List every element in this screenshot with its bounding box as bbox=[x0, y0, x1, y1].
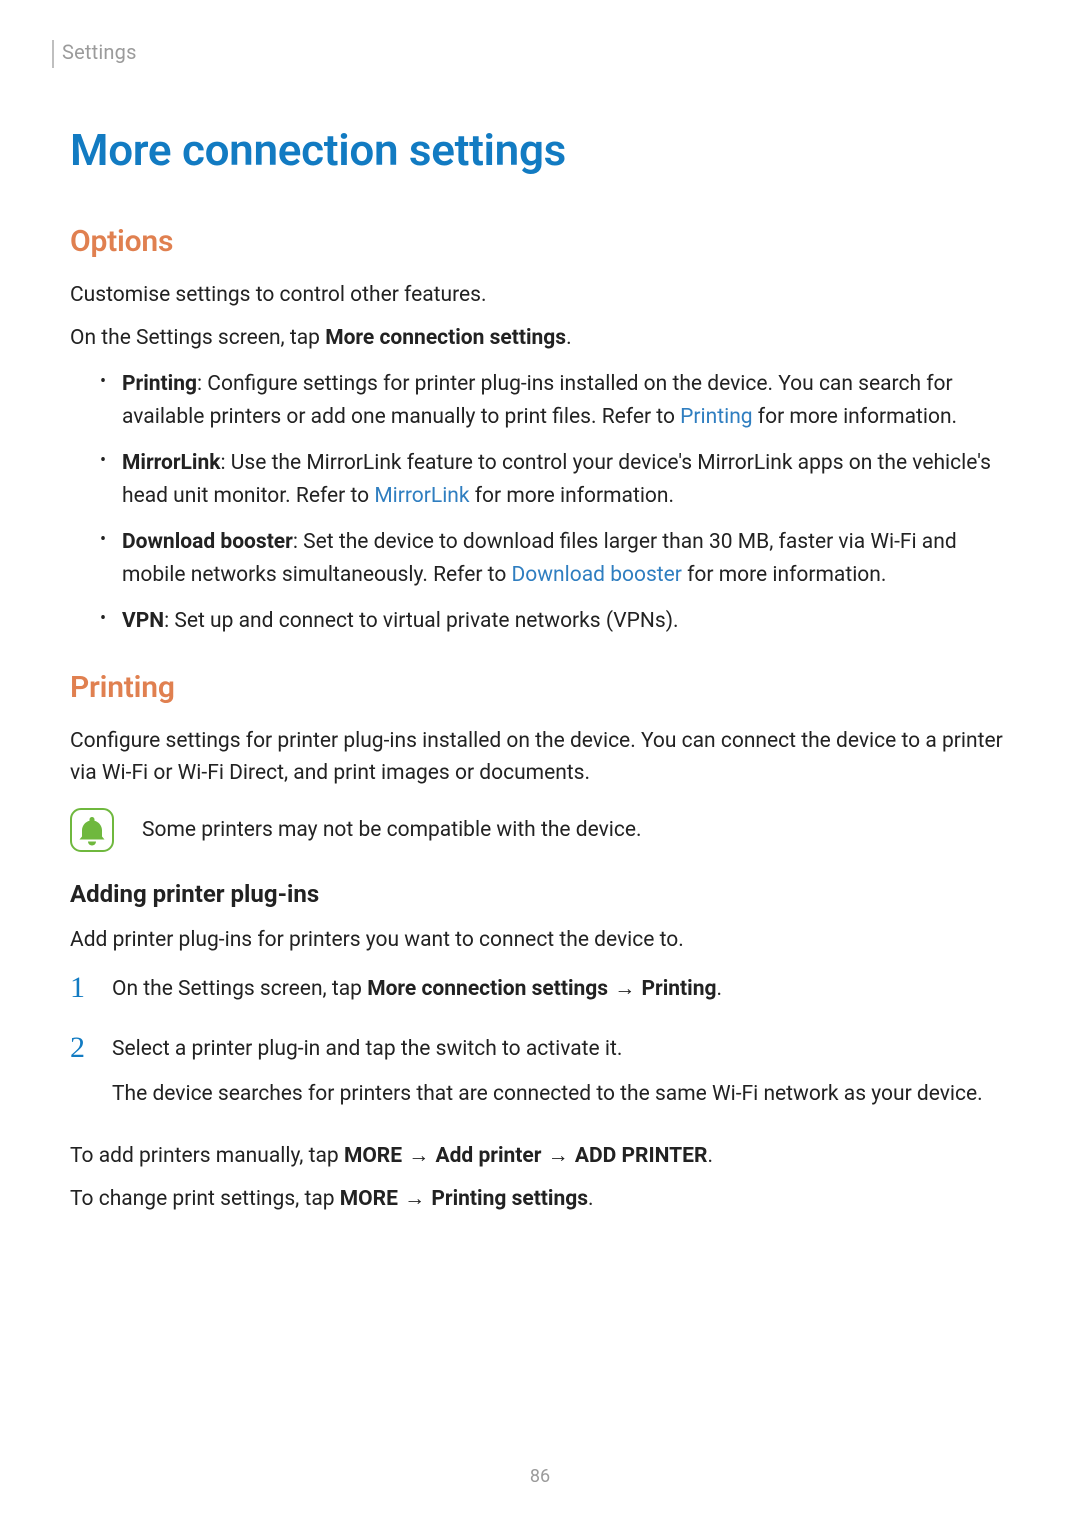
note-row: Some printers may not be compatible with… bbox=[70, 808, 1010, 852]
note-text: Some printers may not be compatible with… bbox=[142, 814, 642, 847]
text: . bbox=[716, 977, 722, 1001]
arrow-icon: → bbox=[398, 1187, 431, 1211]
bell-icon bbox=[70, 808, 114, 852]
option-desc: for more information. bbox=[682, 563, 887, 587]
text: To change print settings, tap bbox=[70, 1187, 340, 1211]
step-body: On the Settings screen, tap More connect… bbox=[112, 973, 1010, 1018]
option-name: Printing bbox=[122, 372, 197, 396]
arrow-icon: → bbox=[402, 1144, 435, 1168]
adding-plugins-intro: Add printer plug-ins for printers you wa… bbox=[70, 924, 1010, 957]
option-printing: Printing: Configure settings for printer… bbox=[100, 368, 1010, 433]
change-settings-text: To change print settings, tap MORE → Pri… bbox=[70, 1183, 1010, 1216]
arrow-icon: → bbox=[541, 1144, 574, 1168]
text: Select a printer plug-in and tap the swi… bbox=[112, 1033, 1010, 1066]
option-desc: : Set up and connect to virtual private … bbox=[164, 609, 678, 633]
step-number: 1 bbox=[70, 973, 94, 1003]
bold-text: Printing bbox=[641, 977, 716, 1001]
options-instruction: On the Settings screen, tap More connect… bbox=[70, 322, 1010, 355]
bold-text: ADD PRINTER bbox=[575, 1144, 708, 1168]
option-download-booster: Download booster: Set the device to down… bbox=[100, 526, 1010, 591]
option-name: VPN bbox=[122, 609, 164, 633]
adding-plugins-heading: Adding printer plug-ins bbox=[70, 880, 1010, 908]
option-mirrorlink: MirrorLink: Use the MirrorLink feature t… bbox=[100, 447, 1010, 512]
text: . bbox=[588, 1187, 594, 1211]
page-container: Settings More connection settings Option… bbox=[0, 0, 1080, 1215]
printing-heading: Printing bbox=[70, 670, 1010, 705]
bold-text: MORE bbox=[340, 1187, 398, 1211]
bold-text: Printing settings bbox=[431, 1187, 588, 1211]
text: . bbox=[566, 326, 572, 350]
bold-text: More connection settings bbox=[367, 977, 608, 1001]
text: . bbox=[707, 1144, 713, 1168]
option-desc: for more information. bbox=[470, 484, 675, 508]
step-number: 2 bbox=[70, 1033, 94, 1063]
step-body: Select a printer plug-in and tap the swi… bbox=[112, 1033, 1010, 1122]
text: The device searches for printers that ar… bbox=[112, 1078, 1010, 1111]
option-link[interactable]: Download booster bbox=[512, 563, 682, 587]
bold-text: MORE bbox=[344, 1144, 402, 1168]
text: To add printers manually, tap bbox=[70, 1144, 344, 1168]
option-link[interactable]: Printing bbox=[680, 405, 752, 429]
step-1: 1 On the Settings screen, tap More conne… bbox=[70, 973, 1010, 1018]
page-title: More connection settings bbox=[70, 124, 1010, 176]
text: On the Settings screen, tap bbox=[70, 326, 325, 350]
page-header: Settings bbox=[52, 40, 1010, 68]
page-number: 86 bbox=[0, 1466, 1080, 1487]
option-vpn: VPN: Set up and connect to virtual priva… bbox=[100, 605, 1010, 638]
options-heading: Options bbox=[70, 224, 1010, 259]
text: On the Settings screen, tap bbox=[112, 977, 367, 1001]
section-label: Settings bbox=[62, 40, 137, 64]
option-name: MirrorLink bbox=[122, 451, 220, 475]
step-2: 2 Select a printer plug-in and tap the s… bbox=[70, 1033, 1010, 1122]
arrow-icon: → bbox=[608, 977, 641, 1001]
manual-add-text: To add printers manually, tap MORE → Add… bbox=[70, 1140, 1010, 1173]
bold-text: More connection settings bbox=[325, 326, 566, 350]
option-name: Download booster bbox=[122, 530, 293, 554]
option-link[interactable]: MirrorLink bbox=[374, 484, 469, 508]
option-desc: for more information. bbox=[753, 405, 958, 429]
options-list: Printing: Configure settings for printer… bbox=[100, 368, 1010, 638]
options-intro: Customise settings to control other feat… bbox=[70, 279, 1010, 312]
bold-text: Add printer bbox=[436, 1144, 542, 1168]
printing-intro: Configure settings for printer plug-ins … bbox=[70, 725, 1010, 790]
